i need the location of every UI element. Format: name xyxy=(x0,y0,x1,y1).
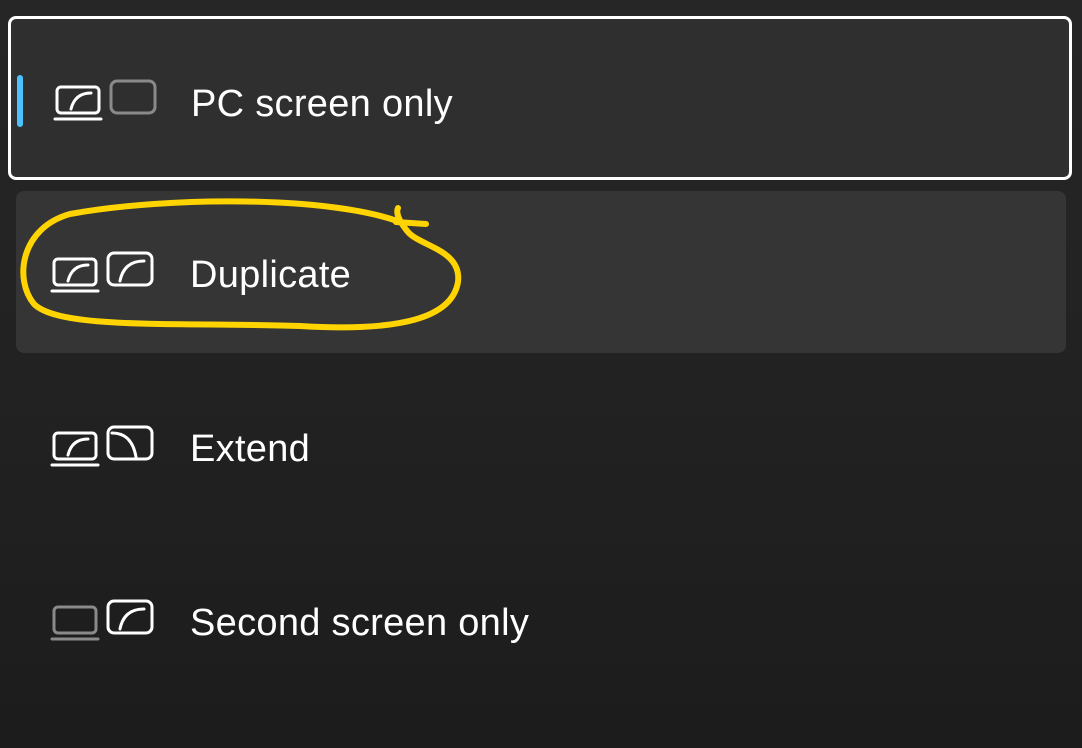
option-label: Second screen only xyxy=(190,602,530,644)
second-screen-only-icon xyxy=(50,599,154,641)
duplicate-icon xyxy=(50,251,154,293)
option-label: Duplicate xyxy=(190,254,352,296)
option-label: Extend xyxy=(190,428,311,470)
pc-screen-only-icon xyxy=(53,79,157,121)
selected-indicator xyxy=(17,75,23,127)
option-duplicate[interactable]: Duplicate xyxy=(16,191,1066,353)
option-extend[interactable]: Extend xyxy=(16,365,1066,527)
extend-icon xyxy=(50,425,154,467)
option-pc-screen-only[interactable]: PC screen only xyxy=(8,16,1072,180)
project-panel: PC screen only Duplicate Extend Second s… xyxy=(0,0,1082,748)
option-label: PC screen only xyxy=(191,83,453,125)
option-second-screen-only[interactable]: Second screen only xyxy=(16,539,1066,701)
